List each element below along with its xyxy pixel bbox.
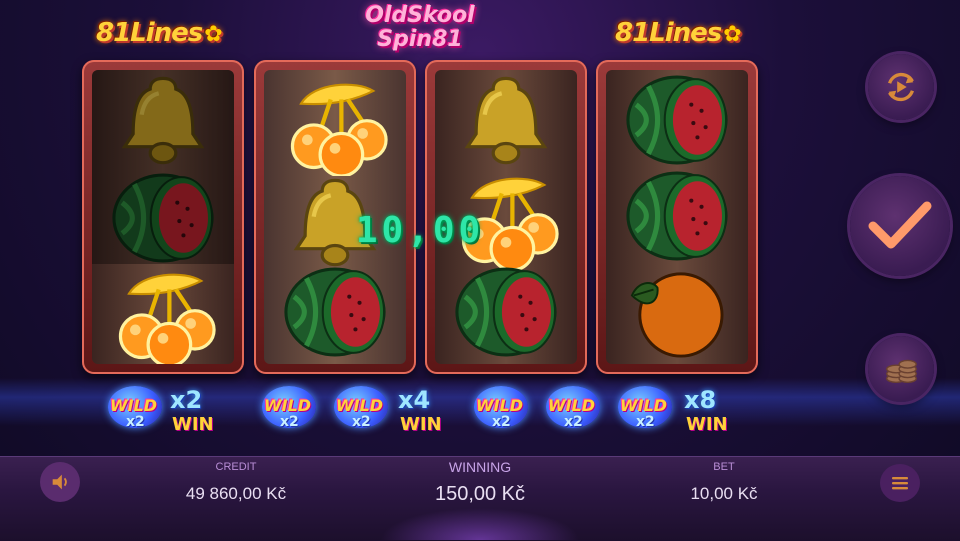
wild-badge: WILD x2 (330, 384, 392, 438)
wild-multiplier: x2 (126, 414, 145, 430)
win-label: WIN (400, 414, 442, 435)
cherries-symbol (275, 76, 395, 176)
wild-multiplier: x2 (564, 414, 583, 430)
game-title-line2: Spin81 (377, 27, 463, 52)
win-label: WIN (172, 414, 214, 435)
cherries-symbol (103, 266, 223, 364)
wild-label: WILD (110, 396, 158, 415)
lines-logo-right: 81Lines✿ (615, 18, 742, 48)
wild-multiplier: x2 (280, 414, 299, 430)
watermelon-symbol (616, 170, 738, 262)
lines-logo-left: 81Lines✿ (96, 18, 223, 48)
wild-badge: WILD x2 (104, 384, 166, 438)
spin-button[interactable] (850, 176, 950, 276)
wild-multiplier: x2 (492, 414, 511, 430)
bet-label: BET (713, 461, 735, 473)
wild-label: WILD (620, 396, 668, 415)
bet-coins-button[interactable] (868, 336, 934, 402)
wild-label: WILD (264, 396, 312, 415)
winning-value: 150,00 Kč (434, 483, 526, 505)
autoplay-button[interactable] (868, 54, 934, 120)
winning-label: WINNING (448, 459, 512, 475)
menu-button[interactable] (880, 464, 920, 502)
clover-icon: ✿ (204, 22, 222, 47)
multiplier-x8: x8 (684, 386, 717, 414)
win-amount-display: 10,00 (355, 210, 485, 251)
watermelon-symbol (616, 74, 738, 166)
autoplay-icon (888, 72, 914, 102)
clover-icon: ✿ (723, 22, 741, 47)
speaker-icon (52, 474, 67, 490)
sound-button[interactable] (40, 462, 80, 502)
lines-logo-text: 81Lines (96, 18, 203, 48)
credit-label: CREDIT (215, 461, 257, 473)
reel-shade (92, 70, 234, 264)
reel-4 (596, 60, 758, 374)
wild-label: WILD (336, 396, 384, 415)
wild-multiplier: x2 (352, 414, 371, 430)
reel-1 (82, 60, 244, 374)
reel-window (606, 70, 748, 364)
watermelon-symbol (445, 266, 567, 358)
wild-label: WILD (548, 396, 596, 415)
hamburger-icon (892, 477, 908, 490)
credit-value: 49 860,00 Kč (185, 484, 287, 503)
wild-badge: WILD x2 (258, 384, 320, 438)
lines-logo-text: 81Lines (615, 18, 722, 48)
win-label: WIN (686, 414, 728, 435)
wild-badge: WILD x2 (542, 384, 604, 438)
watermelon-symbol (274, 266, 396, 358)
game-title-logo: OldSkool Spin81 (355, 4, 485, 52)
reel-window (92, 70, 234, 364)
winning-glow (380, 508, 580, 540)
multiplier-x2: x2 (170, 386, 203, 414)
coins-icon (886, 359, 917, 384)
wild-multiplier: x2 (636, 414, 655, 430)
checkmark-icon (868, 201, 932, 249)
wild-badge: WILD x2 (614, 384, 676, 438)
bet-value: 10,00 Kč (690, 484, 758, 503)
orange-symbol (630, 272, 724, 358)
game-title-line1: OldSkool (365, 3, 475, 28)
bell-symbol (451, 72, 561, 168)
wild-label: WILD (476, 396, 524, 415)
wild-badge: WILD x2 (470, 384, 532, 438)
multiplier-x4: x4 (398, 386, 431, 414)
